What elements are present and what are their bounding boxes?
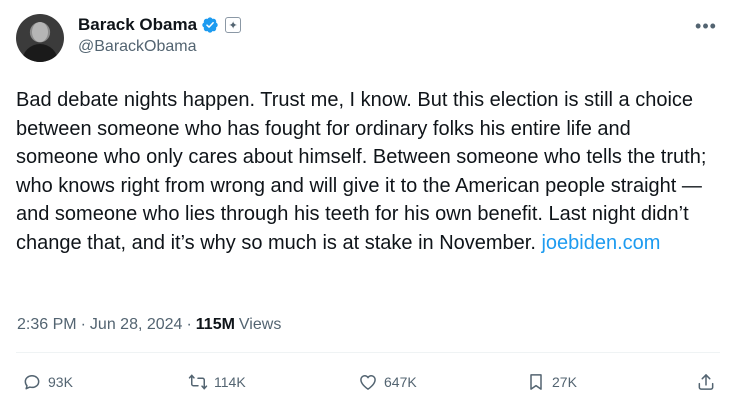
author-handle[interactable]: @BarackObama [78, 38, 241, 56]
meta-separator: · [80, 316, 86, 333]
bookmark-button[interactable]: 27K [526, 372, 577, 392]
views-label: Views [238, 316, 282, 333]
action-bar: 93K 114K 647K 27K [16, 372, 720, 402]
tweet-time[interactable]: 2:36 PM [17, 316, 77, 334]
verified-badge-icon[interactable] [201, 16, 219, 34]
tweet-body: Bad debate nights happen. Trust me, I kn… [16, 89, 707, 254]
bookmark-icon [530, 374, 542, 390]
tweet-link[interactable]: joebiden.com [541, 232, 660, 254]
reply-icon [24, 375, 40, 390]
repost-icon [188, 374, 208, 390]
repost-button[interactable]: 114K [188, 372, 246, 392]
tweet-date[interactable]: Jun 28, 2024 [90, 316, 183, 334]
share-icon [698, 374, 714, 390]
meta-separator-2: · [186, 316, 192, 333]
reply-button[interactable]: 93K [22, 372, 73, 392]
tweet-header: Barack Obama ✦ @BarackObama ••• [16, 12, 724, 66]
share-button[interactable] [696, 372, 716, 392]
more-options-icon[interactable]: ••• [692, 12, 720, 40]
author-display-name[interactable]: Barack Obama [78, 15, 197, 35]
government-seal-icon[interactable]: ✦ [225, 17, 242, 33]
reply-count: 93K [48, 374, 73, 390]
avatar[interactable] [16, 14, 64, 62]
views-count: 115M [195, 316, 235, 333]
tweet-text: Bad debate nights happen. Trust me, I kn… [16, 86, 716, 257]
divider [16, 352, 720, 353]
repost-count: 114K [214, 374, 246, 390]
author-info: Barack Obama ✦ @BarackObama [78, 14, 242, 56]
like-count: 647K [384, 374, 417, 390]
like-icon [360, 375, 376, 390]
bookmark-count: 27K [552, 374, 577, 390]
like-button[interactable]: 647K [358, 372, 417, 392]
tweet-metadata: 2:36 PM · Jun 28, 2024 · 115M Views [17, 316, 281, 334]
